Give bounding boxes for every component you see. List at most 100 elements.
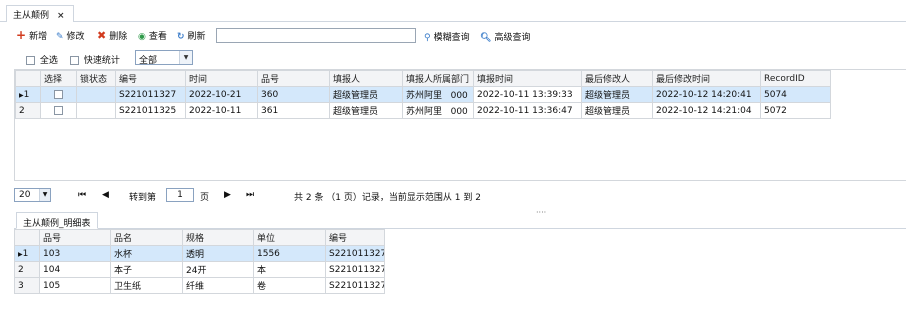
column-header[interactable]: 填报人所属部门 [402, 70, 474, 87]
table-row[interactable]: 2 104 本子 24开 本 S221011327 [14, 261, 385, 278]
select-all-checkbox[interactable]: 全选 [26, 53, 58, 66]
name-cell[interactable]: 卫生纸 [110, 277, 183, 294]
column-header[interactable]: 填报时间 [473, 70, 582, 87]
row-select-checkbox[interactable] [40, 86, 77, 103]
record-id-cell[interactable]: 5072 [760, 102, 831, 119]
time-cell[interactable]: 2022-10-21 [185, 86, 258, 103]
first-page-icon[interactable]: ⏮ [78, 190, 86, 200]
pn-cell[interactable]: 104 [39, 261, 111, 278]
checkbox-icon [54, 105, 63, 115]
search-input[interactable] [216, 28, 416, 43]
table-row[interactable]: ▶1 S221011327 2022-10-21 360 超级管理员 苏州阿里 … [15, 86, 831, 103]
pager: 20 ▼ ⏮ ◀ 转到第 1 页 ▶ ⏭ 共 2 条 （1 页）记录，当前显示范… [14, 186, 906, 206]
column-header[interactable]: 单位 [253, 229, 326, 246]
modifier-cell[interactable]: 超级管理员 [581, 102, 653, 119]
table-row[interactable]: 3 105 卫生纸 纤维 卷 S221011327 [14, 277, 385, 294]
report-time-cell[interactable]: 2022-10-11 13:36:47 [473, 102, 582, 119]
column-header[interactable]: RecordID [760, 70, 831, 87]
modified-time-cell[interactable]: 2022-10-12 14:20:41 [652, 86, 761, 103]
modified-time-cell[interactable]: 2022-10-12 14:21:04 [652, 102, 761, 119]
spec-cell[interactable]: 纤维 [182, 277, 254, 294]
row-indicator: ▶1 [15, 86, 41, 103]
chevron-down-icon[interactable]: ▼ [39, 189, 50, 201]
prev-page-icon[interactable]: ◀ [102, 190, 109, 200]
no-cell[interactable]: S221011327 [325, 277, 385, 294]
column-header[interactable]: 品号 [39, 229, 111, 246]
page-number-input[interactable]: 1 [166, 188, 194, 202]
modifier-cell[interactable]: 超级管理员 [581, 86, 653, 103]
column-header[interactable]: 填报人 [329, 70, 403, 87]
column-header[interactable]: 选择 [40, 70, 77, 87]
column-header[interactable]: 最后修改时间 [652, 70, 761, 87]
unit-cell[interactable]: 卷 [253, 277, 326, 294]
dept-cell[interactable]: 苏州阿里 000 [402, 86, 474, 103]
table-row[interactable]: 2 S221011325 2022-10-11 361 超级管理员 苏州阿里 0… [15, 102, 831, 119]
detail-table: 品号 品名 规格 单位 编号 ▶1 103 水杯 透明 1556 S221011… [14, 229, 385, 294]
master-grid: 选择 锁状态 编号 时间 品号 填报人 填报人所属部门 填报时间 最后修改人 最… [14, 69, 906, 180]
filter-select[interactable]: 全部 ▼ [135, 50, 193, 66]
row-indicator: 2 [14, 261, 40, 278]
close-icon[interactable]: × [57, 11, 65, 21]
magnifier-icon: 🔍︎ [480, 33, 492, 43]
row-indicator: ▶1 [14, 245, 40, 262]
grid-bottom-divider [14, 180, 906, 181]
pn-cell[interactable]: 361 [257, 102, 330, 119]
next-page-icon[interactable]: ▶ [224, 190, 231, 200]
no-cell[interactable]: S221011327 [325, 261, 385, 278]
pn-cell[interactable]: 103 [39, 245, 111, 262]
edit-button[interactable]: ✎ 修改 [56, 29, 85, 42]
tab-detail[interactable]: 主从颠例_明细表 [16, 212, 98, 229]
reporter-cell[interactable]: 超级管理员 [329, 102, 403, 119]
column-header[interactable]: 最后修改人 [581, 70, 653, 87]
checkbox-icon [70, 56, 79, 65]
delete-button[interactable]: ✖ 删除 [97, 29, 127, 42]
column-header[interactable]: 规格 [182, 229, 254, 246]
column-header[interactable]: 品名 [110, 229, 183, 246]
detail-header-row: 品号 品名 规格 单位 编号 [14, 229, 385, 246]
record-summary: 共 2 条 （1 页）记录，当前显示范围从 1 到 2 [294, 193, 481, 203]
checkbox-icon [54, 89, 63, 99]
spec-cell[interactable]: 24开 [182, 261, 254, 278]
no-cell[interactable]: S221011325 [115, 102, 186, 119]
column-header[interactable]: 品号 [257, 70, 330, 87]
time-cell[interactable]: 2022-10-11 [185, 102, 258, 119]
column-header[interactable]: 编号 [115, 70, 186, 87]
dept-cell[interactable]: 苏州阿里 000 [402, 102, 474, 119]
spec-cell[interactable]: 透明 [182, 245, 254, 262]
table-row[interactable]: ▶1 103 水杯 透明 1556 S221011327 [14, 245, 385, 262]
advanced-search-button[interactable]: 🔍︎ 高级查询 [480, 30, 530, 43]
goto-label: 转到第 [129, 193, 157, 203]
unit-cell[interactable]: 本 [253, 261, 326, 278]
view-button[interactable]: ◉ 查看 [138, 29, 167, 42]
refresh-icon: ↻ [177, 32, 185, 42]
record-id-cell[interactable]: 5074 [760, 86, 831, 103]
row-select-checkbox[interactable] [40, 102, 77, 119]
splitter-handle[interactable]: ···· [536, 208, 546, 217]
column-header[interactable]: 锁状态 [76, 70, 116, 87]
column-header[interactable]: 编号 [325, 229, 385, 246]
tab-bar: 主从颠例 × [0, 0, 906, 22]
row-indicator: 2 [15, 102, 41, 119]
chevron-down-icon[interactable]: ▼ [179, 51, 192, 64]
add-button[interactable]: + 新增 [16, 29, 47, 42]
column-header[interactable]: 时间 [185, 70, 258, 87]
tab-main[interactable]: 主从颠例 × [6, 5, 74, 22]
name-cell[interactable]: 本子 [110, 261, 183, 278]
unit-cell[interactable]: 1556 [253, 245, 326, 262]
fuzzy-search-icon: ⚲ [424, 33, 431, 43]
refresh-button[interactable]: ↻ 刷新 [177, 29, 206, 42]
pn-cell[interactable]: 105 [39, 277, 111, 294]
page-size-select[interactable]: 20 ▼ [14, 188, 51, 202]
quick-stats-checkbox[interactable]: 快速统计 [70, 53, 120, 66]
fuzzy-search-button[interactable]: ⚲ 模糊查询 [424, 30, 470, 43]
lock-status-cell [76, 102, 116, 119]
no-cell[interactable]: S221011327 [325, 245, 385, 262]
report-time-cell[interactable]: 2022-10-11 13:39:33 [473, 86, 582, 103]
eye-icon: ◉ [138, 32, 146, 42]
last-page-icon[interactable]: ⏭ [246, 190, 254, 200]
row-indicator-header [14, 229, 40, 246]
name-cell[interactable]: 水杯 [110, 245, 183, 262]
reporter-cell[interactable]: 超级管理员 [329, 86, 403, 103]
pn-cell[interactable]: 360 [257, 86, 330, 103]
no-cell[interactable]: S221011327 [115, 86, 186, 103]
